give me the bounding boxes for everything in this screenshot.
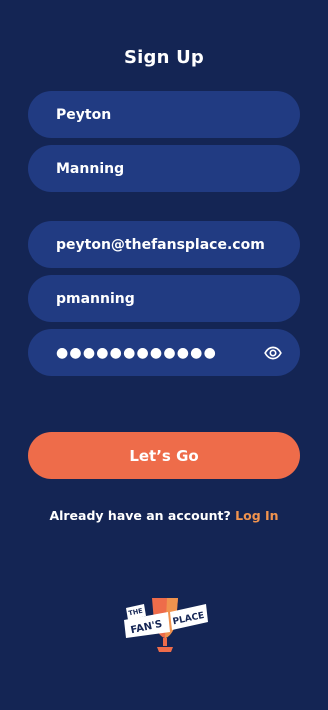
login-prompt-text: Already have an account? [49, 508, 236, 523]
password-input[interactable]: ●●●●●●●●●●●● [56, 345, 264, 361]
email-field[interactable] [28, 221, 300, 268]
eye-icon[interactable] [264, 344, 282, 362]
login-prompt: Already have an account? Log In [0, 508, 328, 523]
lets-go-button[interactable]: Let’s Go [28, 432, 300, 479]
password-field[interactable]: ●●●●●●●●●●●● [28, 329, 300, 376]
username-field[interactable] [28, 275, 300, 322]
first-name-input[interactable] [56, 106, 282, 123]
fans-place-logo: THE FAN'S PLACE [122, 592, 208, 658]
last-name-field[interactable] [28, 145, 300, 192]
page-title: Sign Up [123, 47, 204, 68]
username-input[interactable] [56, 290, 282, 307]
first-name-field[interactable] [28, 91, 300, 138]
login-link[interactable]: Log In [235, 508, 278, 523]
email-input[interactable] [56, 236, 282, 253]
last-name-input[interactable] [56, 160, 282, 177]
